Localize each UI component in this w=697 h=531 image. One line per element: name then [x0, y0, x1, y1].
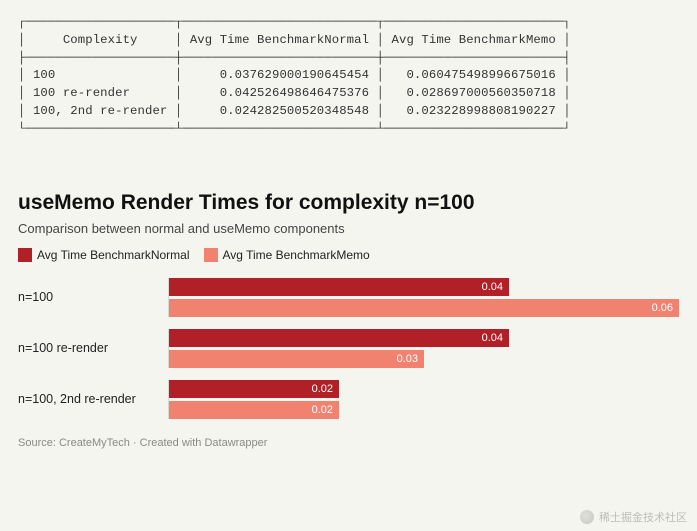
table-row: 0.023228998808190227 — [406, 104, 555, 118]
table-header-normal: Avg Time BenchmarkNormal — [190, 33, 369, 47]
table-row: 0.037629000190645454 — [220, 68, 369, 82]
bar-memo: 0.02 — [169, 401, 339, 419]
legend-label: Avg Time BenchmarkNormal — [37, 248, 190, 262]
table-border-top: ┌────────────────────┬──────────────────… — [18, 15, 571, 29]
watermark-text: 稀土掘金技术社区 — [599, 509, 687, 525]
chart-row: n=100 0.04 0.06 — [18, 278, 679, 317]
watermark: 稀土掘金技术社区 — [580, 509, 687, 525]
bar-group: 0.02 0.02 — [168, 380, 679, 419]
chart-row-label: n=100 — [18, 278, 168, 317]
chart-rows: n=100 0.04 0.06 n=100 re-render 0.04 0.0… — [18, 278, 679, 419]
table-header-memo: Avg Time BenchmarkMemo — [392, 33, 556, 47]
chart-row-label: n=100 re-render — [18, 329, 168, 368]
table-row: 0.060475498996675016 — [406, 68, 555, 82]
legend-item-normal: Avg Time BenchmarkNormal — [18, 248, 190, 262]
legend-label: Avg Time BenchmarkMemo — [223, 248, 370, 262]
swatch-icon — [204, 248, 218, 262]
benchmark-table: ┌────────────────────┬──────────────────… — [18, 14, 679, 139]
chart-source: Source: CreateMyTech · Created with Data… — [18, 437, 679, 449]
chart-row: n=100, 2nd re-render 0.02 0.02 — [18, 380, 679, 419]
table-row: 100, 2nd re-render — [33, 104, 167, 118]
table-header-complexity: Complexity — [63, 33, 138, 47]
chart-legend: Avg Time BenchmarkNormal Avg Time Benchm… — [18, 248, 679, 262]
table-border-bot: └────────────────────┴──────────────────… — [18, 122, 571, 136]
chart-subtitle: Comparison between normal and useMemo co… — [18, 221, 679, 236]
table-row: 100 — [33, 68, 55, 82]
legend-item-memo: Avg Time BenchmarkMemo — [204, 248, 370, 262]
table-row: 0.024282500520348548 — [220, 104, 369, 118]
chart-row-label: n=100, 2nd re-render — [18, 380, 168, 419]
table-row: 100 re-render — [33, 86, 130, 100]
table-border-mid: ├────────────────────┼──────────────────… — [18, 51, 571, 65]
table-row: 0.028697000560350718 — [406, 86, 555, 100]
chart-title: useMemo Render Times for complexity n=10… — [18, 191, 679, 215]
bar-group: 0.04 0.03 — [168, 329, 679, 368]
watermark-logo-icon — [580, 510, 594, 524]
bar-memo: 0.03 — [169, 350, 424, 368]
chart-row: n=100 re-render 0.04 0.03 — [18, 329, 679, 368]
swatch-icon — [18, 248, 32, 262]
bar-normal: 0.02 — [169, 380, 339, 398]
bar-group: 0.04 0.06 — [168, 278, 679, 317]
bar-memo: 0.06 — [169, 299, 679, 317]
chart: useMemo Render Times for complexity n=10… — [18, 191, 679, 449]
bar-normal: 0.04 — [169, 278, 509, 296]
table-row: 0.042526498646475376 — [220, 86, 369, 100]
bar-normal: 0.04 — [169, 329, 509, 347]
